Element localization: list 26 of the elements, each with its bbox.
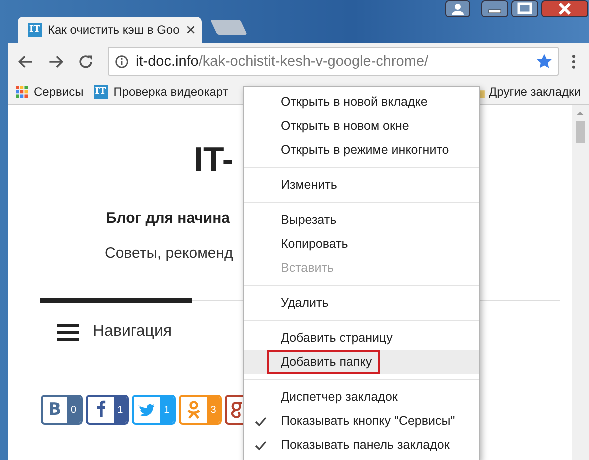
- menu-item[interactable]: Изменить: [244, 173, 479, 197]
- site-subtitle: Советы, рекоменд: [105, 245, 234, 262]
- menu-item[interactable]: Показывать панель закладок: [244, 433, 479, 457]
- menu-item[interactable]: Добавить страницу: [244, 326, 479, 350]
- address-bar[interactable]: it-doc.info/kak-ochistit-kesh-v-google-chrome/: [108, 47, 559, 76]
- bookmark-item[interactable]: IT Проверка видеокарт: [94, 85, 228, 99]
- share-button[interactable]: 1: [86, 395, 130, 425]
- menu-item[interactable]: Открыть в новом окне: [244, 114, 479, 138]
- menu-item[interactable]: Открыть в режиме инкогнито: [244, 138, 479, 162]
- menu-item[interactable]: Копировать: [244, 232, 479, 256]
- site-tagline: Блог для начина: [106, 210, 230, 227]
- bookmark-item[interactable]: Сервисы: [16, 85, 84, 99]
- menu-item[interactable]: Вырезать: [244, 208, 479, 232]
- site-favicon: IT: [94, 85, 108, 99]
- menu-item[interactable]: Открыть в новой вкладке: [244, 90, 479, 114]
- url-text: it-doc.info/kak-ochistit-kesh-v-google-chrome/: [136, 54, 430, 70]
- site-title: IT-: [194, 141, 234, 180]
- tab-title: Как очистить кэш в Goo: [48, 23, 180, 37]
- menu-item[interactable]: Показывать кнопку "Сервисы": [244, 409, 479, 433]
- share-button[interactable]: B 0: [41, 395, 83, 425]
- browser-tab[interactable]: IT Как очистить кэш в Goo: [18, 17, 202, 43]
- menu-item[interactable]: Удалить: [244, 291, 479, 315]
- navigation-toggle[interactable]: Навигация: [57, 323, 172, 341]
- menu-item[interactable]: Диспетчер закладок: [244, 385, 479, 409]
- menu-item[interactable]: Добавить папку: [244, 350, 479, 374]
- site-favicon: IT: [28, 23, 42, 37]
